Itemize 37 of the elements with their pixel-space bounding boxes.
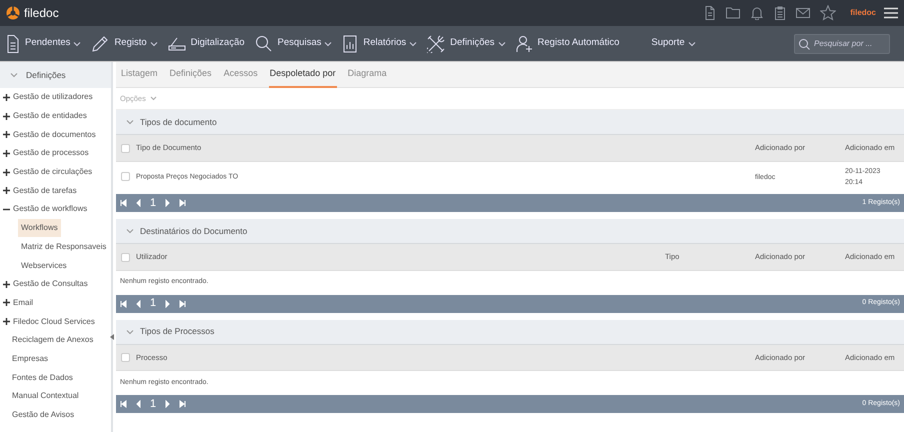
menu-item[interactable]: Relatórios — [342, 34, 418, 52]
page-number[interactable]: 1 — [150, 396, 156, 412]
section-header[interactable]: Tipos de Processos — [116, 320, 904, 344]
user-name[interactable]: filedoc — [850, 7, 876, 19]
menu-item[interactable]: Pendentes — [6, 34, 82, 52]
sidebar-item[interactable]: Email — [13, 296, 34, 309]
sidebar-item[interactable]: Manual Contextual — [0, 387, 111, 406]
sidebar-item[interactable]: Gestão de workflows — [13, 203, 88, 216]
menu-item[interactable]: Digitalização — [168, 34, 245, 52]
sidebar-item[interactable]: Filedoc Cloud Services — [13, 316, 95, 328]
section-header[interactable]: Tipos de documento — [116, 110, 904, 135]
menu-item[interactable]: Pesquisas — [254, 34, 332, 52]
section-header[interactable]: Destinatários do Documento — [116, 219, 904, 244]
sidebar-subitem[interactable]: Matriz de Responsaveis — [18, 238, 110, 256]
sidebar-item[interactable]: Gestão de Consultas — [13, 278, 88, 290]
sidebar-subitem[interactable]: Webservices — [18, 256, 70, 275]
sidebar-item[interactable]: Gestão de utilizadores — [13, 91, 93, 104]
sidebar-item[interactable]: Fontes de Dados — [0, 368, 111, 387]
search-field[interactable]: Pesquisar por ... — [794, 34, 890, 54]
sidebar-header[interactable]: Definições — [0, 62, 111, 88]
sidebar-item[interactable]: Gestão de circulações — [13, 166, 92, 178]
page-number[interactable]: 1 — [150, 194, 156, 212]
tab[interactable]: Despoletado por — [268, 62, 337, 88]
app-name: filedoc — [24, 5, 59, 22]
menu-item[interactable]: Suporte — [651, 36, 696, 51]
sidebar-item[interactable]: Gestão de Avisos — [0, 406, 111, 424]
sidebar-item[interactable]: Empresas — [0, 350, 111, 368]
sidebar-subitem[interactable]: Workflows — [18, 219, 61, 238]
page-number[interactable]: 1 — [150, 295, 156, 312]
menu-item[interactable]: Definições — [427, 34, 506, 52]
sidebar-item[interactable]: Gestão de documentos — [13, 128, 96, 141]
sidebar-item[interactable]: Gestão de tarefas — [13, 184, 77, 197]
menu-item[interactable]: Registo — [91, 34, 158, 52]
menu-item[interactable]: Registo Automático — [516, 34, 620, 52]
sidebar-item[interactable]: Gestão de processos — [13, 147, 89, 160]
sidebar-item[interactable]: Gestão de entidades — [13, 110, 87, 122]
sidebar-item[interactable]: Reciclagem de Anexos — [0, 330, 111, 350]
